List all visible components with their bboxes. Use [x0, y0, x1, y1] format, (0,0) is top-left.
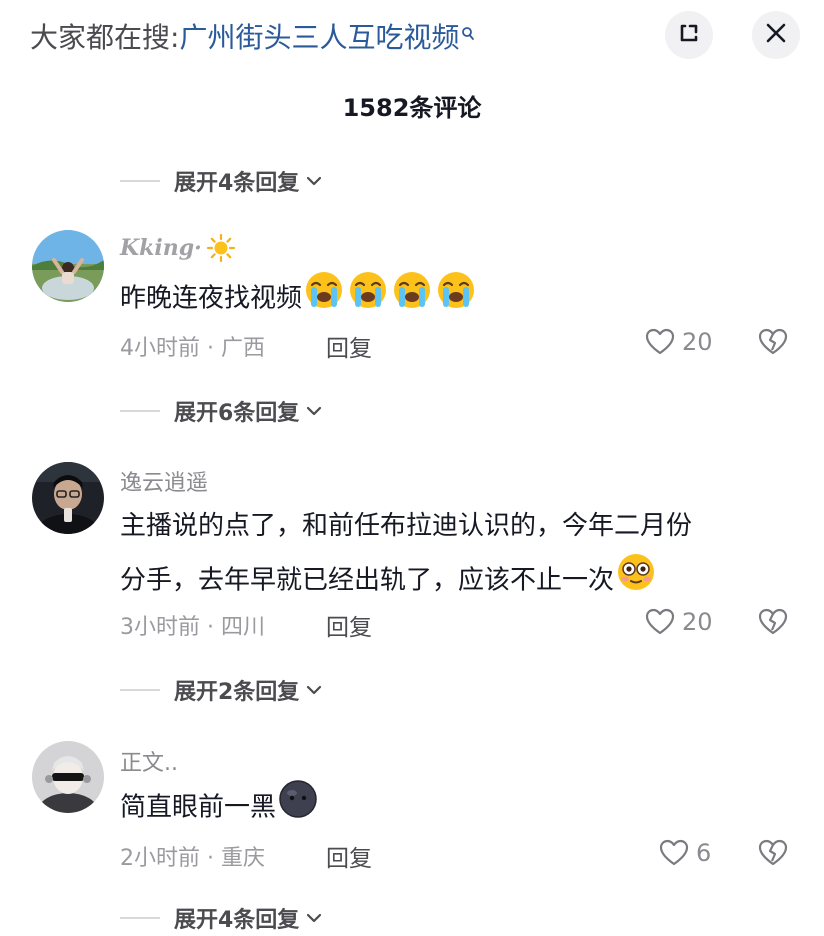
- comment-username[interactable]: 逸云逍遥: [120, 465, 208, 497]
- close-icon: [764, 21, 788, 49]
- expand-icon: [676, 20, 702, 50]
- fullscreen-button[interactable]: [665, 11, 713, 59]
- search-icon: [461, 16, 475, 49]
- reply-button[interactable]: 回复: [326, 608, 372, 642]
- expand-replies-label: 展开2条回复: [174, 680, 300, 705]
- comment-text: 简直眼前一黑: [120, 779, 760, 837]
- expand-replies-label: 展开4条回复: [174, 171, 300, 196]
- chevron-down-icon: [303, 170, 325, 192]
- dark-face-emoji-icon: [278, 779, 318, 837]
- comment-text-line: 分手，去年早就已经出轨了，应该不止一次: [120, 565, 615, 596]
- chevron-down-icon: [303, 679, 325, 701]
- comment-username[interactable]: Kking·: [120, 233, 236, 263]
- comment-time-location: 2小时前 · 重庆: [120, 846, 265, 871]
- broken-heart-icon: [756, 606, 790, 638]
- expand-replies-label: 展开4条回复: [174, 908, 300, 933]
- loudly-crying-emoji-icon: [304, 270, 476, 328]
- dislike-button[interactable]: [756, 837, 790, 873]
- expand-replies-button[interactable]: 展开2条回复: [120, 672, 325, 708]
- search-suggestion-query[interactable]: 广州街头三人互吃视频: [179, 21, 459, 54]
- comment-text-line: 昨晚连夜找视频: [120, 283, 303, 314]
- chevron-down-icon: [303, 907, 325, 929]
- username-text: 正文..: [120, 751, 178, 776]
- like-button[interactable]: 20: [644, 326, 713, 358]
- like-button[interactable]: 20: [644, 606, 713, 638]
- username-text: 逸云逍遥: [120, 471, 209, 496]
- avatar[interactable]: [32, 230, 104, 302]
- expand-replies-button[interactable]: 展开4条回复: [120, 163, 325, 199]
- divider-line: [120, 180, 160, 182]
- comment-time-location: 3小时前 · 四川: [120, 615, 265, 640]
- dislike-button[interactable]: [756, 326, 790, 362]
- divider-line: [120, 410, 160, 412]
- comment-username[interactable]: 正文..: [120, 745, 178, 777]
- comment-count: 1582条评论: [342, 94, 482, 122]
- divider-line: [120, 917, 160, 919]
- username-text: Kking·: [120, 235, 202, 261]
- comment-text: 主播说的点了，和前任布拉迪认识的，今年二月份 分手，去年早就已经出轨了，应该不止…: [120, 500, 760, 610]
- search-suggestion-prefix: 大家都在搜:: [30, 21, 180, 54]
- broken-heart-icon: [756, 326, 790, 358]
- dislike-button[interactable]: [756, 606, 790, 642]
- reply-button[interactable]: 回复: [326, 329, 372, 363]
- divider-line: [120, 689, 160, 691]
- avatar[interactable]: [32, 462, 104, 534]
- comment-time-location: 4小时前 · 广西: [120, 336, 265, 361]
- close-button[interactable]: [752, 11, 800, 59]
- comment-text-line: 主播说的点了，和前任布拉迪认识的，今年二月份: [120, 511, 693, 541]
- flushed-face-emoji-icon: [616, 552, 656, 610]
- like-count: 20: [682, 608, 713, 636]
- comment-text: 昨晚连夜找视频: [120, 270, 760, 328]
- search-suggestion[interactable]: 大家都在搜:广州街头三人互吃视频: [30, 16, 475, 56]
- heart-icon: [644, 606, 676, 638]
- top-bar: 大家都在搜:广州街头三人互吃视频: [0, 0, 824, 72]
- comment-text-line: 简直眼前一黑: [120, 792, 277, 823]
- chevron-down-icon: [303, 400, 325, 422]
- avatar[interactable]: [32, 741, 104, 813]
- sun-icon: [206, 233, 236, 263]
- expand-replies-button[interactable]: 展开6条回复: [120, 393, 325, 429]
- broken-heart-icon: [756, 837, 790, 869]
- like-button[interactable]: 6: [658, 837, 711, 869]
- like-count: 6: [696, 839, 712, 867]
- reply-button[interactable]: 回复: [326, 839, 372, 873]
- heart-icon: [644, 326, 676, 358]
- heart-icon: [658, 837, 690, 869]
- like-count: 20: [682, 328, 713, 356]
- expand-replies-label: 展开6条回复: [174, 401, 300, 426]
- expand-replies-button[interactable]: 展开4条回复: [120, 900, 325, 936]
